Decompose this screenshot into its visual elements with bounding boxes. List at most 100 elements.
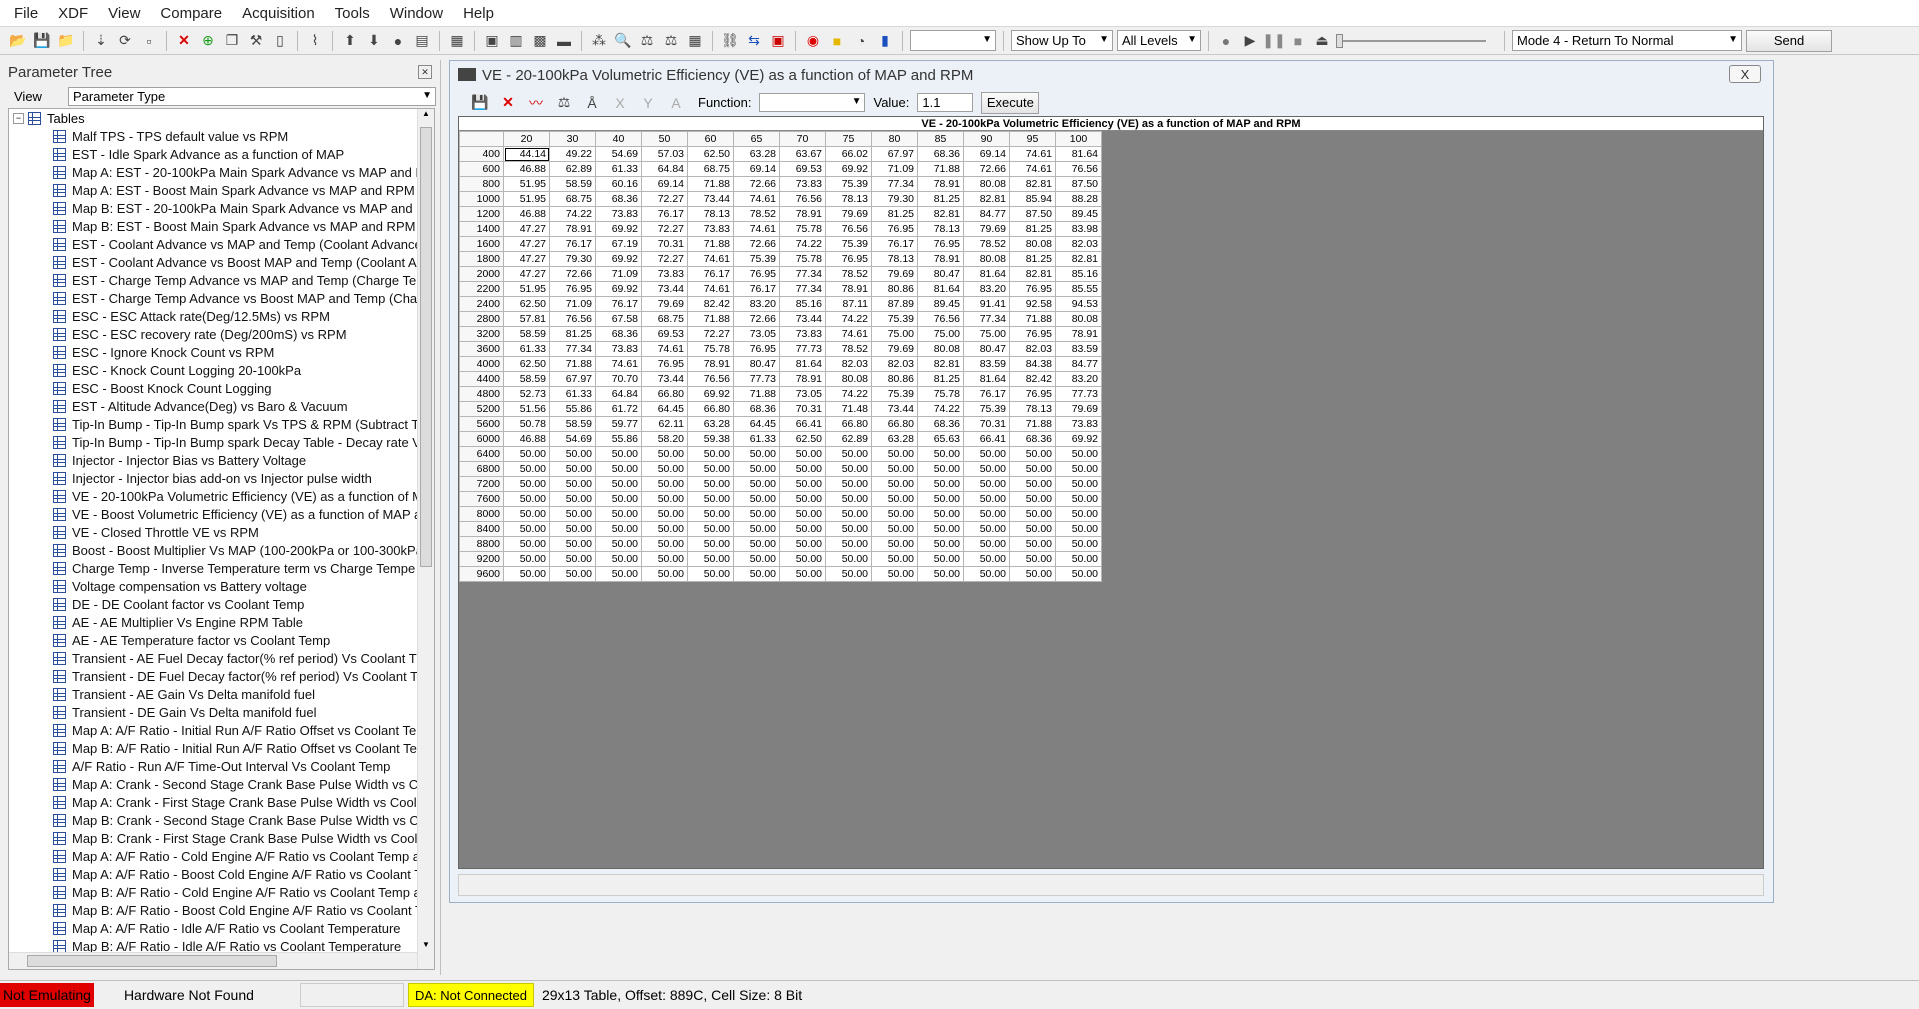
table-cell[interactable]: 50.00: [733, 461, 780, 477]
table-cell[interactable]: 50.00: [503, 476, 550, 492]
table-cell[interactable]: 79.69: [825, 206, 872, 222]
tree-item[interactable]: Map A: Crank - First Stage Crank Base Pu…: [9, 793, 434, 811]
table-cell[interactable]: 50.00: [503, 551, 550, 567]
table-cell[interactable]: 77.34: [779, 266, 826, 282]
table-cell[interactable]: 50.00: [503, 461, 550, 477]
table-cell[interactable]: 77.34: [779, 281, 826, 297]
save-icon[interactable]: 💾: [470, 93, 490, 113]
table-cell[interactable]: 73.44: [641, 371, 688, 387]
table-cell[interactable]: 50.00: [825, 461, 872, 477]
playback-slider[interactable]: [1336, 33, 1486, 48]
table-cell[interactable]: 50.00: [825, 521, 872, 537]
table-cell[interactable]: 80.08: [963, 251, 1010, 267]
table-cell[interactable]: 68.75: [687, 161, 734, 177]
table-cell[interactable]: 50.00: [549, 551, 596, 567]
table-cell[interactable]: 57.81: [503, 311, 550, 327]
tree-item[interactable]: Tip-In Bump - Tip-In Bump spark Vs TPS &…: [9, 415, 434, 433]
table-cell[interactable]: 68.36: [595, 191, 642, 207]
row-header[interactable]: 1400: [459, 221, 504, 237]
table-cell[interactable]: 72.66: [733, 236, 780, 252]
table-cell[interactable]: 50.00: [779, 506, 826, 522]
table-cell[interactable]: 72.66: [733, 176, 780, 192]
column-header[interactable]: 20: [503, 131, 550, 147]
tree-root-tables[interactable]: − Tables: [9, 109, 434, 127]
table-cell[interactable]: 49.22: [549, 146, 596, 162]
menu-item-tools[interactable]: Tools: [325, 5, 380, 22]
table-cell[interactable]: 83.20: [1055, 371, 1102, 387]
table-cell[interactable]: 50.00: [871, 476, 918, 492]
new-icon[interactable]: ▫: [139, 31, 159, 51]
table-cell[interactable]: 81.25: [1009, 251, 1056, 267]
scale-icon[interactable]: ⚖: [554, 93, 574, 113]
table-cell[interactable]: 50.00: [963, 566, 1010, 582]
table-cell[interactable]: 69.53: [779, 161, 826, 177]
hex-icon[interactable]: ⁂: [589, 31, 609, 51]
text-a-icon[interactable]: Å: [582, 93, 602, 113]
table-cell[interactable]: 58.59: [549, 416, 596, 432]
row-header[interactable]: 5600: [459, 416, 504, 432]
table-cell[interactable]: 50.00: [595, 566, 642, 582]
table-cell[interactable]: 79.69: [963, 221, 1010, 237]
table-cell[interactable]: 62.50: [779, 431, 826, 447]
tree-item[interactable]: EST - Coolant Advance vs MAP and Temp (C…: [9, 235, 434, 253]
tree-item[interactable]: Transient - DE Fuel Decay factor(% ref p…: [9, 667, 434, 685]
table-cell[interactable]: 74.61: [641, 341, 688, 357]
table-cell[interactable]: 78.91: [779, 371, 826, 387]
table-cell[interactable]: 64.45: [733, 416, 780, 432]
row-header[interactable]: 800: [459, 176, 504, 192]
table-cell[interactable]: 75.78: [779, 221, 826, 237]
table-cell[interactable]: 78.13: [917, 221, 964, 237]
table-cell[interactable]: 61.33: [503, 341, 550, 357]
blank-dropdown[interactable]: ▼: [910, 30, 996, 51]
table-cell[interactable]: 62.89: [825, 431, 872, 447]
table-cell[interactable]: 50.00: [733, 476, 780, 492]
table-cell[interactable]: 50.00: [1055, 491, 1102, 507]
table-cell[interactable]: 75.39: [871, 386, 918, 402]
table-cell[interactable]: 74.22: [825, 386, 872, 402]
tree-item[interactable]: Map B: A/F Ratio - Boost Cold Engine A/F…: [9, 901, 434, 919]
table-cell[interactable]: 50.00: [733, 566, 780, 582]
table-cell[interactable]: 72.27: [641, 251, 688, 267]
row-header[interactable]: 6000: [459, 431, 504, 447]
table-cell[interactable]: 50.00: [549, 461, 596, 477]
table-cell[interactable]: 50.00: [641, 491, 688, 507]
table-cell[interactable]: 94.53: [1055, 296, 1102, 312]
table-cell[interactable]: 71.88: [1009, 416, 1056, 432]
table-cell[interactable]: 76.95: [871, 221, 918, 237]
table-cell[interactable]: 50.00: [963, 536, 1010, 552]
table-cell[interactable]: 64.84: [641, 161, 688, 177]
menu-item-compare[interactable]: Compare: [150, 5, 232, 22]
table-cell[interactable]: 50.00: [779, 491, 826, 507]
row-header[interactable]: 9600: [459, 566, 504, 582]
table-cell[interactable]: 74.61: [825, 326, 872, 342]
pages-icon[interactable]: ▤: [412, 31, 432, 51]
table-cell[interactable]: 84.38: [1009, 356, 1056, 372]
pause-icon[interactable]: ❚❚: [1262, 31, 1285, 51]
table-cell[interactable]: 50.00: [687, 491, 734, 507]
table-cell[interactable]: 50.00: [825, 566, 872, 582]
table-cell[interactable]: 79.30: [871, 191, 918, 207]
open-folder-icon[interactable]: 📂: [8, 31, 28, 51]
open-icon[interactable]: 📁: [56, 31, 76, 51]
menu-item-window[interactable]: Window: [380, 5, 453, 22]
table-cell[interactable]: 71.09: [595, 266, 642, 282]
table-cell[interactable]: 68.36: [733, 401, 780, 417]
table-cell[interactable]: 66.41: [779, 416, 826, 432]
table-cell[interactable]: 50.00: [963, 491, 1010, 507]
copy-icon[interactable]: ❐: [222, 31, 242, 51]
close-icon[interactable]: ✕: [498, 93, 518, 113]
mode-dropdown[interactable]: Mode 4 - Return To Normal ▼: [1512, 30, 1742, 51]
table-cell[interactable]: 68.36: [917, 146, 964, 162]
save-icon[interactable]: 💾: [32, 31, 52, 51]
gauge-icon[interactable]: ◔: [851, 31, 871, 51]
table-cell[interactable]: 55.86: [595, 431, 642, 447]
table-cell[interactable]: 54.69: [549, 431, 596, 447]
column-header[interactable]: 100: [1055, 131, 1102, 147]
table-cell[interactable]: 50.00: [779, 446, 826, 462]
table-cell[interactable]: 72.27: [687, 326, 734, 342]
table-cell[interactable]: 76.95: [733, 266, 780, 282]
table-cell[interactable]: 69.14: [733, 161, 780, 177]
table-cell[interactable]: 76.95: [641, 356, 688, 372]
tree-item[interactable]: Map B: EST - Boost Main Spark Advance vs…: [9, 217, 434, 235]
tree-item[interactable]: Map A: A/F Ratio - Idle A/F Ratio vs Coo…: [9, 919, 434, 937]
